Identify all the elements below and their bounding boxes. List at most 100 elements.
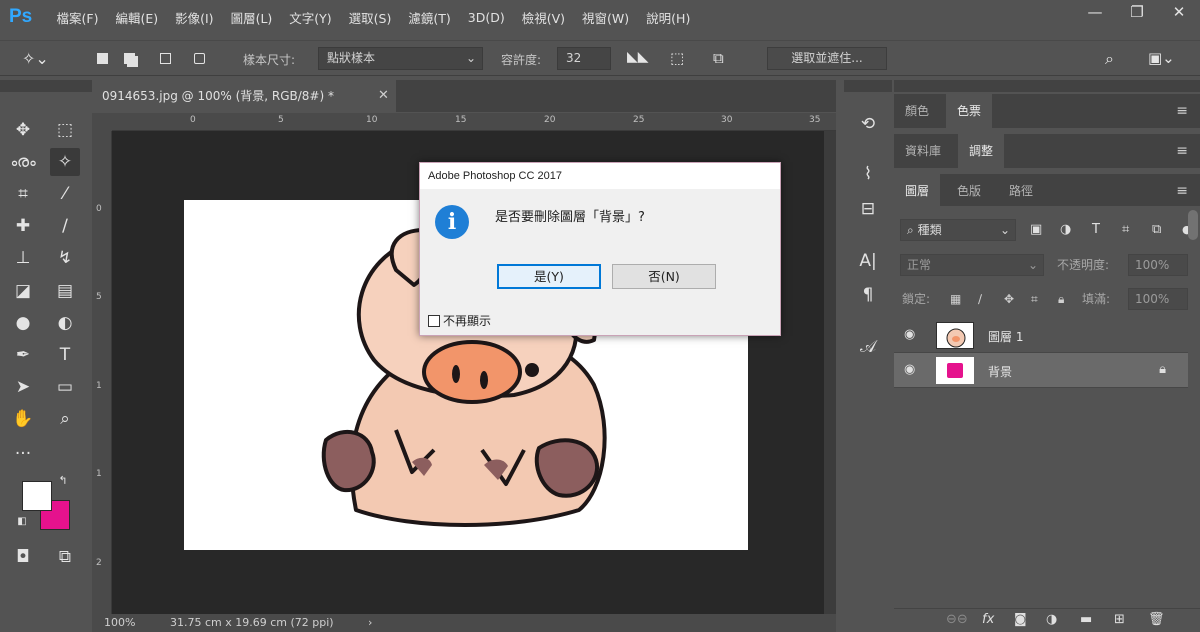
menu-file[interactable]: 檔案(F)	[48, 8, 107, 27]
tolerance-input[interactable]: 32	[557, 47, 611, 70]
close-tab-icon[interactable]: ✕	[378, 80, 389, 112]
quick-mask-icon[interactable]: ◘	[8, 543, 38, 571]
new-layer-icon[interactable]: ⊞	[1114, 612, 1125, 627]
sample-size-select[interactable]: 點狀樣本 ⌄	[318, 47, 483, 70]
lock-icon[interactable]: 🔒︎	[1159, 362, 1166, 377]
filter-adjustment-icon[interactable]: ◑	[1060, 218, 1071, 242]
history-panel-icon[interactable]: ⟲	[852, 110, 884, 138]
dodge-tool-icon[interactable]: ◐	[50, 309, 80, 337]
gradient-tool-icon[interactable]: ▤	[50, 277, 80, 305]
sample-all-layers-icon[interactable]: ⧉	[713, 49, 737, 69]
default-colors-icon[interactable]: ◧	[14, 514, 30, 530]
fill-input[interactable]: 100%	[1128, 288, 1188, 310]
panel-menu-icon[interactable]: ≡	[1176, 174, 1188, 208]
more-tools-icon[interactable]: ···	[8, 440, 38, 468]
lasso-tool-icon[interactable]: ൟ	[8, 148, 38, 176]
layer-name[interactable]: 圖層 1	[988, 328, 1023, 345]
lock-position-icon[interactable]: ✥	[1004, 287, 1014, 311]
type-tool-icon[interactable]: T	[50, 341, 80, 369]
glyphs-panel-icon[interactable]: 𝒜	[852, 333, 884, 361]
filter-smart-object-icon[interactable]: ⧉	[1152, 218, 1161, 242]
marquee-tool-icon[interactable]: ⬚	[50, 116, 80, 144]
history-brush-icon[interactable]: ↯	[50, 244, 80, 272]
dont-show-again-checkbox[interactable]	[428, 314, 440, 327]
horizontal-ruler[interactable]: 0 5 10 15 20 25 30 35	[112, 113, 836, 131]
visibility-eye-icon[interactable]: ◉	[904, 362, 915, 377]
visibility-eye-icon[interactable]: ◉	[904, 327, 915, 342]
menu-window[interactable]: 視窗(W)	[574, 8, 638, 27]
eyedropper-tool-icon[interactable]: ⁄	[50, 180, 80, 208]
tab-adjustments[interactable]: 調整	[958, 134, 1005, 168]
filter-type-icon[interactable]: T	[1092, 218, 1100, 242]
add-mask-icon[interactable]: ◙	[1014, 612, 1027, 627]
layer-filter-select[interactable]: ⌕ 種類 ⌄	[900, 219, 1016, 241]
link-layers-icon[interactable]: ⊖⊖	[946, 612, 968, 627]
tab-color[interactable]: 顏色	[894, 94, 940, 128]
magic-wand-tool-icon[interactable]: ✧	[50, 148, 80, 176]
path-selection-icon[interactable]: ➤	[8, 373, 38, 401]
layer-name[interactable]: 背景	[988, 363, 1012, 380]
blur-tool-icon[interactable]: ●	[8, 309, 38, 337]
anti-alias-icon[interactable]: ◣◣	[627, 49, 653, 69]
menu-help[interactable]: 說明(H)	[638, 8, 699, 27]
move-tool-icon[interactable]: ✥	[8, 116, 38, 144]
zoom-tool-icon[interactable]: ⌕	[50, 405, 80, 433]
foreground-color-swatch[interactable]	[22, 481, 52, 511]
tab-libraries[interactable]: 資料庫	[894, 134, 952, 168]
minimize-icon[interactable]: —	[1074, 0, 1116, 26]
workspace-icon[interactable]: ▣⌄	[1148, 49, 1178, 69]
lock-all-icon[interactable]: 🔒︎	[1058, 287, 1064, 311]
filter-pixel-icon[interactable]: ▣	[1030, 218, 1042, 242]
document-tab[interactable]: 0914653.jpg @ 100% (背景, RGB/8#) * ✕	[92, 80, 396, 112]
yes-button[interactable]: 是(Y)	[497, 264, 601, 289]
lock-artboard-icon[interactable]: ⌗	[1031, 287, 1038, 311]
clone-source-icon[interactable]: ⊟	[852, 195, 884, 223]
intersect-selection-icon[interactable]	[194, 53, 205, 64]
lock-image-icon[interactable]: ∕	[978, 287, 982, 311]
blend-mode-select[interactable]: 正常 ⌄	[900, 254, 1044, 276]
tab-paths[interactable]: 路徑	[998, 174, 1044, 208]
paragraph-panel-icon[interactable]: ¶	[852, 281, 884, 309]
opacity-input[interactable]: 100%	[1128, 254, 1188, 276]
healing-brush-icon[interactable]: ✚	[8, 212, 38, 240]
chevron-right-icon[interactable]: ›	[368, 614, 372, 632]
magic-wand-preset-icon[interactable]: ✧⌄	[22, 49, 62, 69]
layer-row[interactable]: ◉ 圖層 1	[894, 318, 1188, 353]
adjustment-layer-icon[interactable]: ◑	[1046, 612, 1057, 627]
filter-shape-icon[interactable]: ⌗	[1122, 218, 1129, 242]
brush-tool-icon[interactable]: ∕	[50, 212, 80, 240]
character-panel-icon[interactable]: A|	[852, 247, 884, 275]
menu-view[interactable]: 檢視(V)	[513, 8, 573, 27]
menu-layer[interactable]: 圖層(L)	[222, 8, 281, 27]
brush-presets-icon[interactable]: ⌇	[852, 160, 884, 188]
restore-icon[interactable]: ❐	[1116, 0, 1158, 26]
menu-image[interactable]: 影像(I)	[167, 8, 222, 27]
menu-select[interactable]: 選取(S)	[340, 8, 400, 27]
document-scrollbar[interactable]	[824, 131, 836, 614]
search-icon[interactable]: ⌕	[1105, 49, 1125, 69]
screen-mode-icon[interactable]: ⧉	[50, 543, 80, 571]
layers-scrollbar[interactable]	[1188, 210, 1198, 240]
menu-filter[interactable]: 濾鏡(T)	[400, 8, 459, 27]
tab-swatches[interactable]: 色票	[946, 94, 993, 128]
panel-menu-icon[interactable]: ≡	[1176, 134, 1188, 168]
menu-3d[interactable]: 3D(D)	[459, 10, 513, 25]
panel-menu-icon[interactable]: ≡	[1176, 94, 1188, 128]
add-selection-icon[interactable]	[124, 53, 135, 64]
hand-tool-icon[interactable]: ✋	[8, 405, 38, 433]
tab-layers[interactable]: 圖層	[894, 174, 941, 208]
subtract-selection-icon[interactable]	[160, 53, 171, 64]
menu-edit[interactable]: 編輯(E)	[107, 8, 167, 27]
lock-transparent-icon[interactable]: ▦	[950, 287, 961, 311]
clone-stamp-icon[interactable]: ⊥	[8, 244, 38, 272]
zoom-level[interactable]: 100%	[104, 614, 135, 632]
new-group-icon[interactable]: ▬	[1080, 612, 1092, 627]
vertical-ruler[interactable]: 0 5 1 1 2	[92, 131, 112, 614]
dont-show-again-option[interactable]: 不再顯示	[428, 312, 491, 329]
rectangle-tool-icon[interactable]: ▭	[50, 373, 80, 401]
select-and-mask-button[interactable]: 選取並遮住...	[767, 47, 887, 70]
new-selection-icon[interactable]	[97, 53, 108, 64]
menu-type[interactable]: 文字(Y)	[281, 8, 340, 27]
no-button[interactable]: 否(N)	[612, 264, 716, 289]
tab-channels[interactable]: 色版	[946, 174, 992, 208]
